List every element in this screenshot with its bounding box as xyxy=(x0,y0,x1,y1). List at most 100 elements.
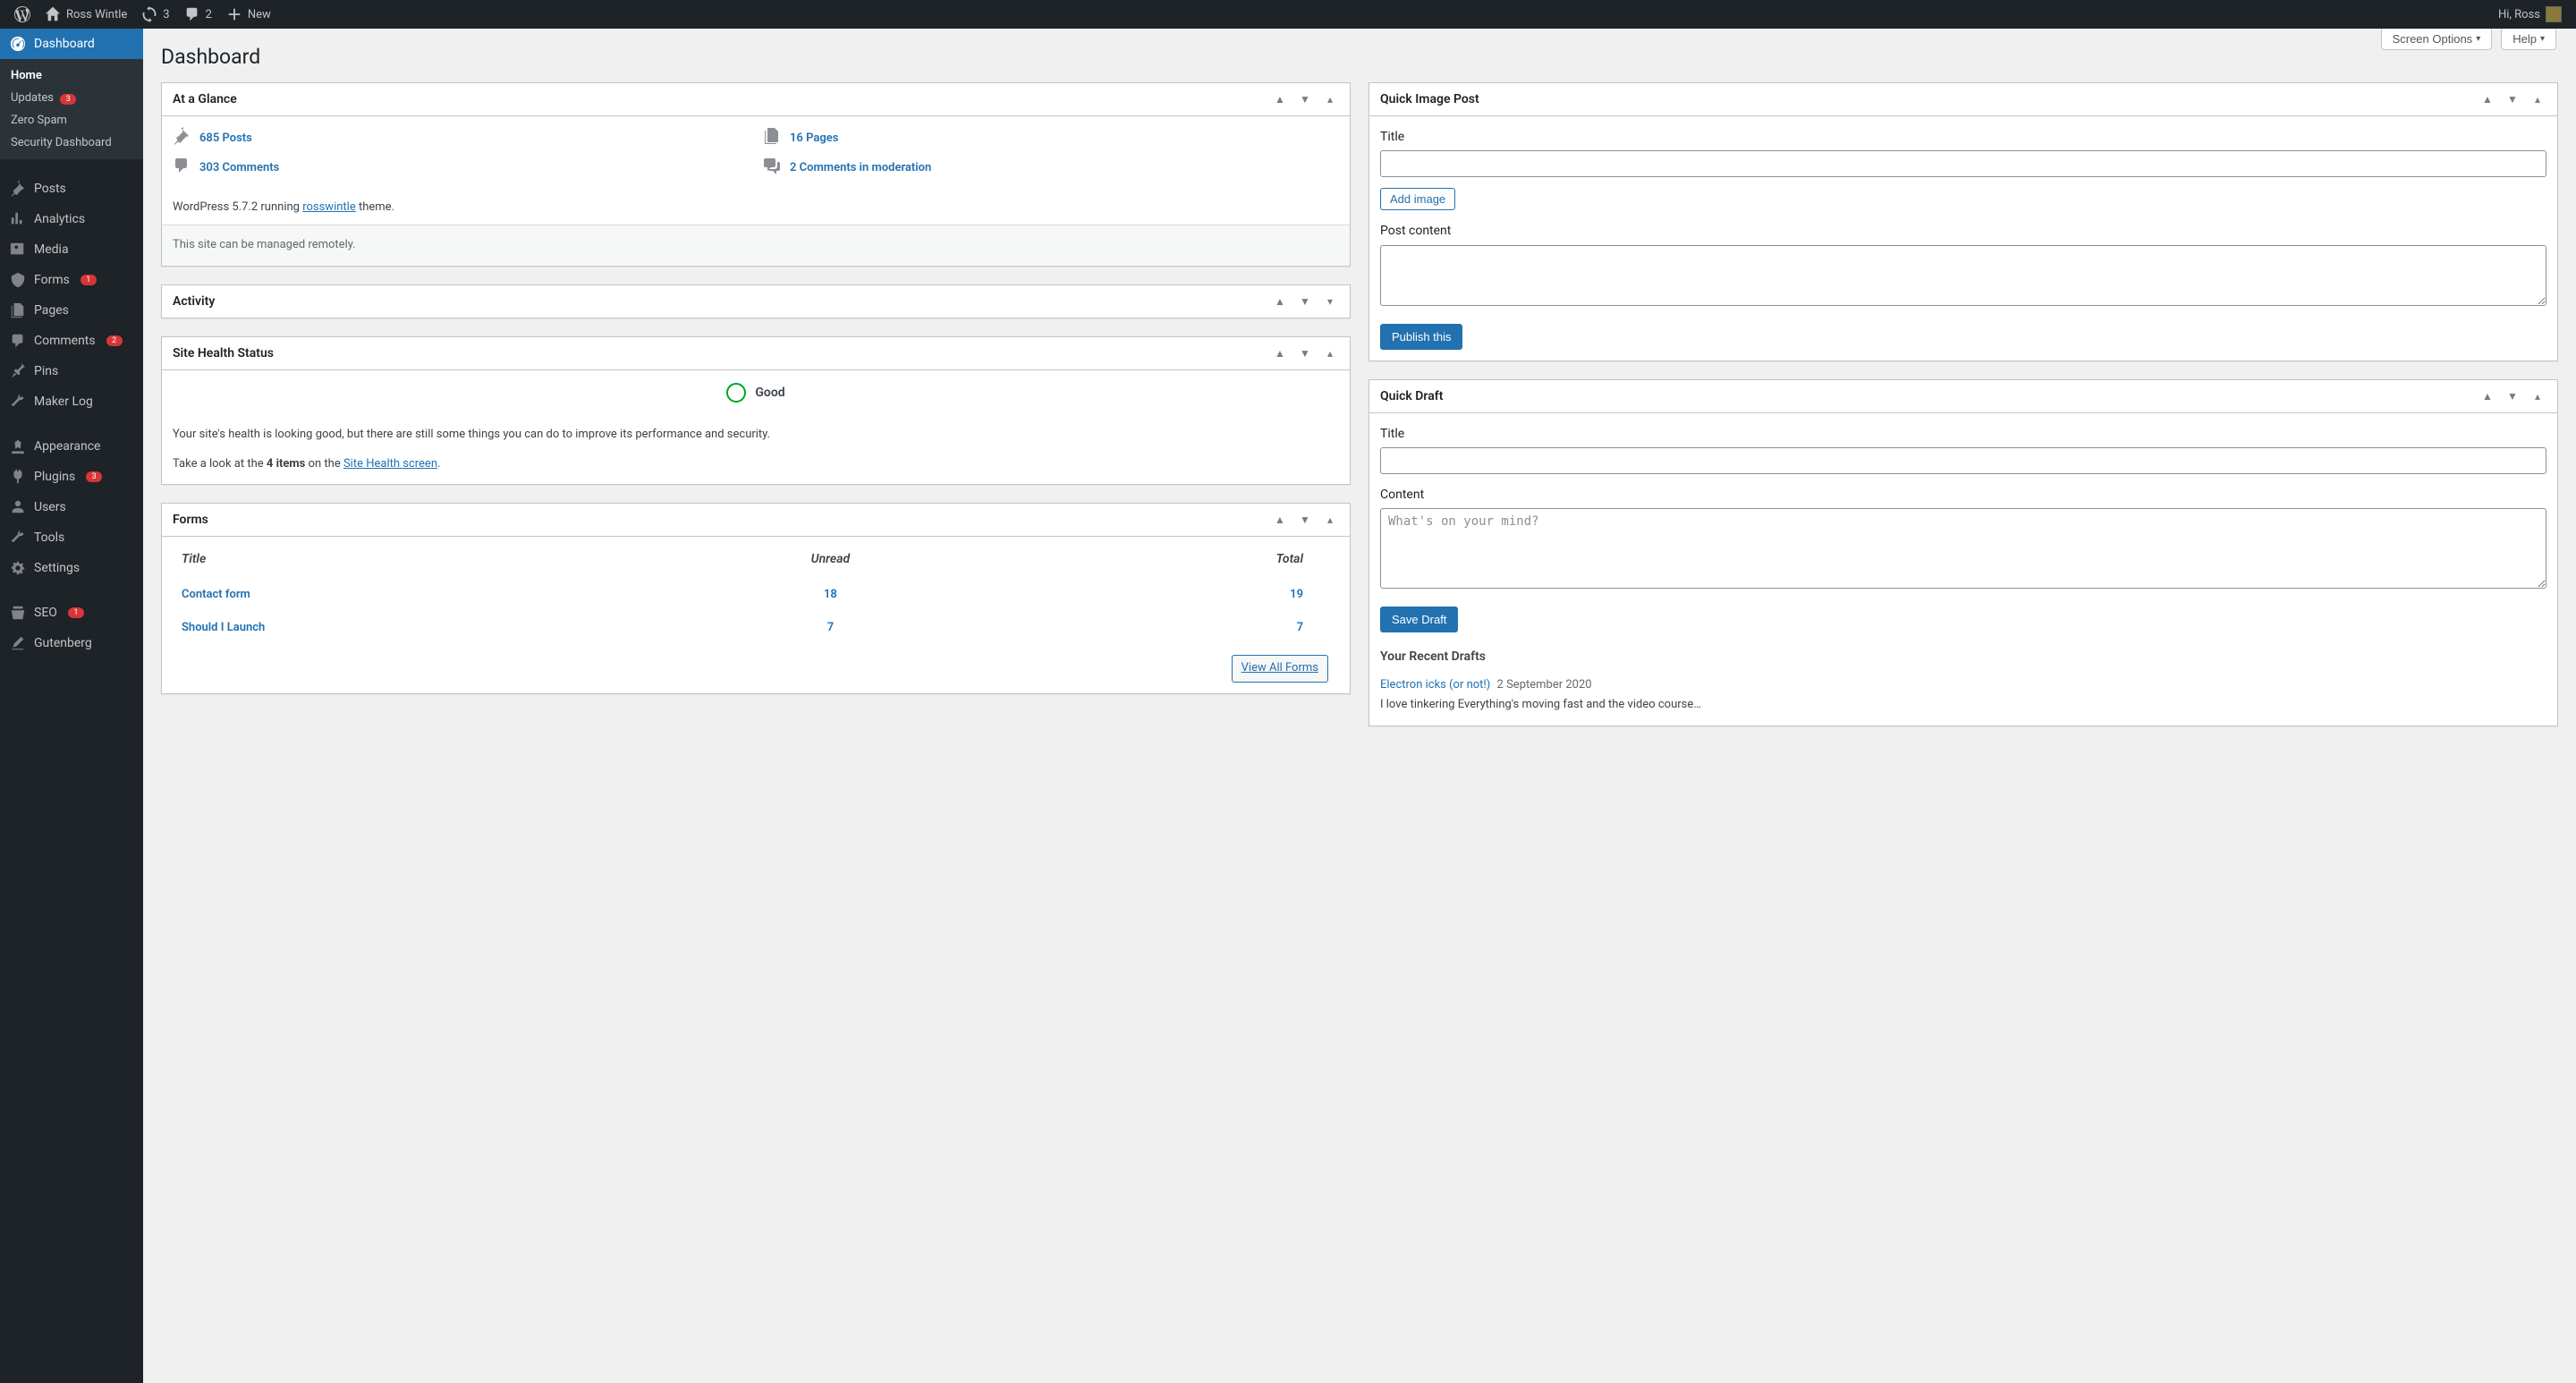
move-up-icon[interactable]: ▲ xyxy=(2475,83,2500,115)
quick-image-title: Quick Image Post xyxy=(1369,83,2475,115)
activity-box: Activity ▲ ▼ ▾ xyxy=(161,284,1351,318)
at-a-glance-box: At a Glance ▲ ▼ ▴ 685 Posts xyxy=(161,82,1351,267)
pins-icon xyxy=(9,363,27,379)
form-total-link[interactable]: 7 xyxy=(1297,621,1303,634)
glance-comments[interactable]: 303 Comments xyxy=(173,157,749,179)
toggle-icon[interactable]: ▴ xyxy=(1318,504,1343,536)
menu-label: Pins xyxy=(34,364,58,378)
site-name[interactable]: Ross Wintle xyxy=(38,0,134,29)
menu-seo[interactable]: SEO 1 xyxy=(0,598,143,628)
new-content[interactable]: New xyxy=(219,0,278,29)
move-down-icon[interactable]: ▼ xyxy=(1292,504,1318,536)
draft-link[interactable]: Electron icks (or not!) xyxy=(1380,678,1490,692)
user-greeting[interactable]: Hi, Ross xyxy=(2491,0,2569,29)
help-button[interactable]: Help xyxy=(2501,29,2556,50)
analytics-icon xyxy=(9,211,27,227)
pages-icon xyxy=(9,302,27,318)
menu-pins[interactable]: Pins xyxy=(0,356,143,386)
menu-gutenberg[interactable]: Gutenberg xyxy=(0,628,143,658)
toggle-icon[interactable]: ▴ xyxy=(1318,83,1343,115)
glance-posts[interactable]: 685 Posts xyxy=(173,127,749,149)
moderation-icon xyxy=(763,157,781,179)
draft-item: Electron icks (or not!) 2 September 2020… xyxy=(1380,676,2546,716)
comments-indicator[interactable]: 2 xyxy=(177,0,219,29)
menu-appearance[interactable]: Appearance xyxy=(0,431,143,462)
menu-dashboard[interactable]: Dashboard xyxy=(0,29,143,59)
avatar xyxy=(2546,6,2562,22)
view-all-forms-button[interactable]: View All Forms xyxy=(1232,655,1328,683)
menu-analytics[interactable]: Analytics xyxy=(0,204,143,234)
toggle-icon[interactable]: ▾ xyxy=(1318,285,1343,318)
move-up-icon[interactable]: ▲ xyxy=(1267,504,1292,536)
add-image-button[interactable]: Add image xyxy=(1380,188,1455,210)
update-icon xyxy=(141,6,157,22)
form-title-link[interactable]: Contact form xyxy=(182,588,250,601)
seo-icon xyxy=(9,605,27,621)
pin-icon xyxy=(9,181,27,197)
submenu-security[interactable]: Security Dashboard xyxy=(0,132,143,154)
menu-forms[interactable]: Forms 1 xyxy=(0,265,143,295)
move-up-icon[interactable]: ▲ xyxy=(1267,285,1292,318)
menu-label: Plugins xyxy=(34,470,75,484)
qip-content-textarea[interactable] xyxy=(1380,245,2546,306)
quick-draft-title: Quick Draft xyxy=(1369,380,2475,412)
move-up-icon[interactable]: ▲ xyxy=(2475,380,2500,412)
menu-maker-log[interactable]: Maker Log xyxy=(0,386,143,417)
form-total-link[interactable]: 19 xyxy=(1290,588,1303,601)
updates-indicator[interactable]: 3 xyxy=(134,0,176,29)
site-health-link[interactable]: Site Health screen xyxy=(343,457,437,471)
updates-badge: 3 xyxy=(60,94,76,105)
menu-settings[interactable]: Settings xyxy=(0,553,143,583)
qip-title-input[interactable] xyxy=(1380,150,2546,177)
glance-pages[interactable]: 16 Pages xyxy=(763,127,1339,149)
health-status: Good xyxy=(162,370,1350,415)
tools-icon xyxy=(9,530,27,546)
form-unread-link[interactable]: 7 xyxy=(827,621,834,634)
forms-badge: 1 xyxy=(80,275,97,285)
col-title: Title xyxy=(173,540,686,578)
move-up-icon[interactable]: ▲ xyxy=(1267,83,1292,115)
submenu-home[interactable]: Home xyxy=(0,64,143,87)
move-down-icon[interactable]: ▼ xyxy=(1292,337,1318,369)
menu-label: Users xyxy=(34,500,66,514)
toggle-icon[interactable]: ▴ xyxy=(2525,83,2550,115)
form-unread-link[interactable]: 18 xyxy=(824,588,837,601)
seo-badge: 1 xyxy=(68,607,84,618)
menu-posts[interactable]: Posts xyxy=(0,174,143,204)
submenu-zero-spam[interactable]: Zero Spam xyxy=(0,109,143,132)
menu-tools[interactable]: Tools xyxy=(0,522,143,553)
move-down-icon[interactable]: ▼ xyxy=(2500,83,2525,115)
form-title-link[interactable]: Should I Launch xyxy=(182,621,265,634)
qip-title-label: Title xyxy=(1380,127,2546,147)
theme-link[interactable]: rosswintle xyxy=(302,200,356,214)
qd-content-textarea[interactable] xyxy=(1380,508,2546,589)
glance-posts-link[interactable]: 685 Posts xyxy=(199,132,252,145)
menu-label: Appearance xyxy=(34,439,100,454)
screen-options-button[interactable]: Screen Options xyxy=(2381,29,2493,50)
save-draft-button[interactable]: Save Draft xyxy=(1380,607,1458,632)
menu-pages[interactable]: Pages xyxy=(0,295,143,326)
menu-comments[interactable]: Comments 2 xyxy=(0,326,143,356)
main-content: Screen Options Help Dashboard At a Glanc… xyxy=(143,29,2576,1383)
glance-pages-link[interactable]: 16 Pages xyxy=(790,132,838,145)
comments-count: 2 xyxy=(206,8,212,21)
glance-comments-link[interactable]: 303 Comments xyxy=(199,161,279,174)
qd-title-input[interactable] xyxy=(1380,447,2546,474)
toggle-icon[interactable]: ▴ xyxy=(1318,337,1343,369)
glance-moderation-link[interactable]: 2 Comments in moderation xyxy=(790,161,931,174)
move-down-icon[interactable]: ▼ xyxy=(1292,285,1318,318)
toggle-icon[interactable]: ▴ xyxy=(2525,380,2550,412)
publish-button[interactable]: Publish this xyxy=(1380,324,1462,350)
menu-label: Maker Log xyxy=(34,395,93,409)
move-down-icon[interactable]: ▼ xyxy=(1292,83,1318,115)
menu-label: Forms xyxy=(34,273,70,287)
submenu-updates[interactable]: Updates 3 xyxy=(0,87,143,109)
glance-moderation[interactable]: 2 Comments in moderation xyxy=(763,157,1339,179)
menu-users[interactable]: Users xyxy=(0,492,143,522)
move-down-icon[interactable]: ▼ xyxy=(2500,380,2525,412)
move-up-icon[interactable]: ▲ xyxy=(1267,337,1292,369)
menu-plugins[interactable]: Plugins 3 xyxy=(0,462,143,492)
menu-media[interactable]: Media xyxy=(0,234,143,265)
recent-drafts-title: Your Recent Drafts xyxy=(1380,647,2546,666)
wp-logo[interactable] xyxy=(7,0,38,29)
